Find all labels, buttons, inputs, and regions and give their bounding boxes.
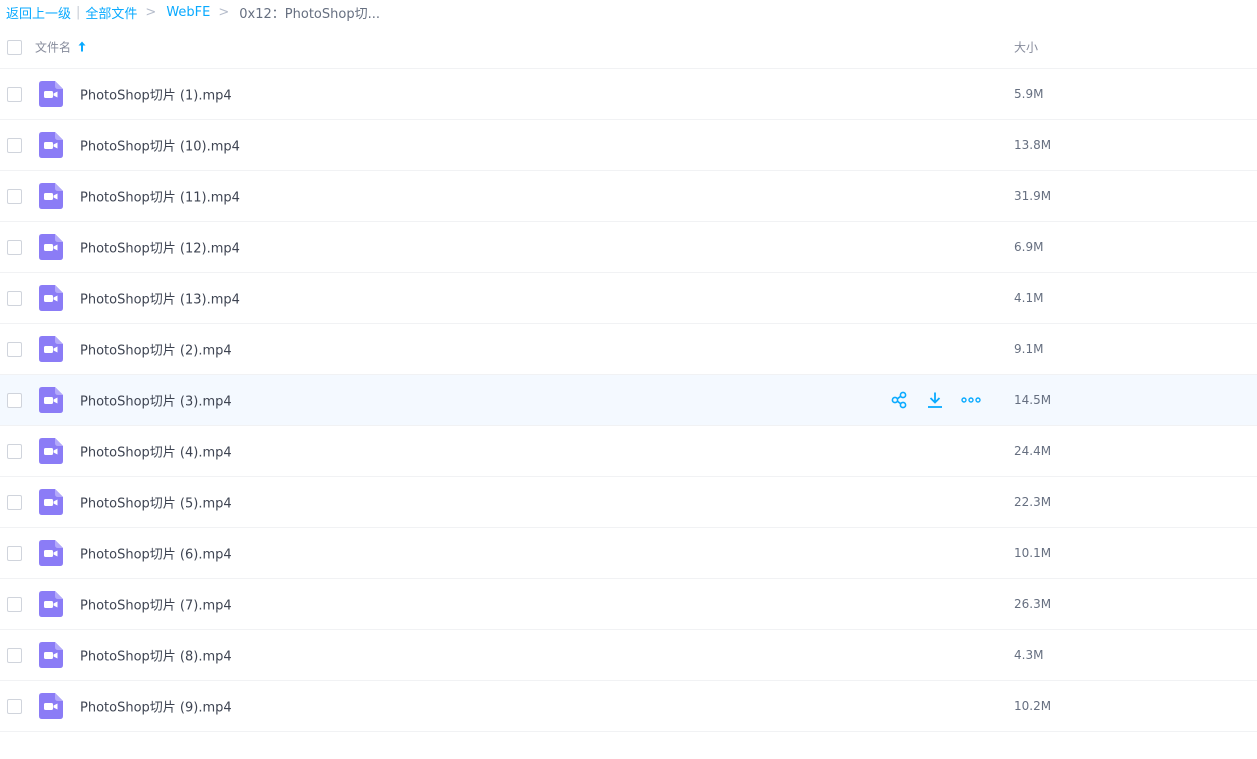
row-checkbox[interactable] xyxy=(7,546,22,561)
arrow-up-icon[interactable] xyxy=(77,41,87,53)
video-file-icon xyxy=(39,336,63,362)
file-row[interactable]: PhotoShop切片 (4).mp4 24.4M xyxy=(0,426,1257,477)
video-file-icon xyxy=(39,438,63,464)
download-icon[interactable] xyxy=(924,389,946,411)
file-row[interactable]: PhotoShop切片 (6).mp4 10.1M xyxy=(0,528,1257,579)
video-file-icon xyxy=(39,693,63,719)
file-row[interactable]: PhotoShop切片 (12).mp4 6.9M xyxy=(0,222,1257,273)
file-name[interactable]: PhotoShop切片 (2).mp4 xyxy=(80,340,232,359)
video-file-icon xyxy=(39,540,63,566)
row-checkbox[interactable] xyxy=(7,342,22,357)
file-row[interactable]: PhotoShop切片 (10).mp4 13.8M xyxy=(0,120,1257,171)
file-size: 24.4M xyxy=(1014,444,1052,458)
file-row[interactable]: PhotoShop切片 (3).mp4 14.5M xyxy=(0,375,1257,426)
file-size: 9.1M xyxy=(1014,342,1044,356)
file-name[interactable]: PhotoShop切片 (3).mp4 xyxy=(80,391,232,410)
back-link[interactable]: 返回上一级 xyxy=(6,3,71,22)
row-actions xyxy=(888,389,996,411)
file-size: 6.9M xyxy=(1014,240,1044,254)
file-row[interactable]: PhotoShop切片 (2).mp4 9.1M xyxy=(0,324,1257,375)
video-file-icon xyxy=(39,132,63,158)
breadcrumb-separator: > xyxy=(145,4,157,20)
file-row[interactable]: PhotoShop切片 (7).mp4 26.3M xyxy=(0,579,1257,630)
file-size: 13.8M xyxy=(1014,138,1052,152)
file-name[interactable]: PhotoShop切片 (12).mp4 xyxy=(80,238,240,257)
more-icon[interactable] xyxy=(960,389,982,411)
video-file-icon xyxy=(39,183,63,209)
video-file-icon xyxy=(39,81,63,107)
all-files-link[interactable]: 全部文件 xyxy=(85,3,137,22)
file-name[interactable]: PhotoShop切片 (13).mp4 xyxy=(80,289,240,308)
row-checkbox[interactable] xyxy=(7,597,22,612)
share-icon[interactable] xyxy=(888,389,910,411)
file-size: 4.1M xyxy=(1014,291,1044,305)
row-checkbox[interactable] xyxy=(7,291,22,306)
file-row[interactable]: PhotoShop切片 (1).mp4 5.9M xyxy=(0,69,1257,120)
video-file-icon xyxy=(39,387,63,413)
file-name[interactable]: PhotoShop切片 (1).mp4 xyxy=(80,85,232,104)
current-folder: 0x12：PhotoShop切... xyxy=(239,6,380,22)
file-size: 31.9M xyxy=(1014,189,1052,203)
column-header-size[interactable]: 大小 xyxy=(1014,38,1038,55)
file-list: 文件名 大小 PhotoShop切片 (1).mp4 5.9M PhotoSho… xyxy=(0,25,1257,732)
file-row[interactable]: PhotoShop切片 (13).mp4 4.1M xyxy=(0,273,1257,324)
file-name[interactable]: PhotoShop切片 (6).mp4 xyxy=(80,544,232,563)
file-name[interactable]: PhotoShop切片 (8).mp4 xyxy=(80,646,232,665)
row-checkbox[interactable] xyxy=(7,495,22,510)
file-row[interactable]: PhotoShop切片 (8).mp4 4.3M xyxy=(0,630,1257,681)
file-row[interactable]: PhotoShop切片 (11).mp4 31.9M xyxy=(0,171,1257,222)
file-size: 10.1M xyxy=(1014,546,1052,560)
file-name[interactable]: PhotoShop切片 (10).mp4 xyxy=(80,136,240,155)
column-name-label: 文件名 xyxy=(35,40,72,54)
video-file-icon xyxy=(39,642,63,668)
row-checkbox[interactable] xyxy=(7,189,22,204)
file-name[interactable]: PhotoShop切片 (5).mp4 xyxy=(80,493,232,512)
row-checkbox[interactable] xyxy=(7,87,22,102)
file-size: 10.2M xyxy=(1014,699,1052,713)
file-row[interactable]: PhotoShop切片 (9).mp4 10.2M xyxy=(0,681,1257,732)
file-rows: PhotoShop切片 (1).mp4 5.9M PhotoShop切片 (10… xyxy=(0,69,1257,732)
row-checkbox[interactable] xyxy=(7,393,22,408)
row-checkbox[interactable] xyxy=(7,699,22,714)
video-file-icon xyxy=(39,489,63,515)
list-header: 文件名 大小 xyxy=(0,25,1257,69)
file-size: 22.3M xyxy=(1014,495,1052,509)
video-file-icon xyxy=(39,285,63,311)
breadcrumb-separator: > xyxy=(218,4,230,20)
video-file-icon xyxy=(39,234,63,260)
file-name[interactable]: PhotoShop切片 (7).mp4 xyxy=(80,595,232,614)
breadcrumb: 返回上一级 | 全部文件 > WebFE > 0x12：PhotoShop切..… xyxy=(6,0,380,24)
file-row[interactable]: PhotoShop切片 (5).mp4 22.3M xyxy=(0,477,1257,528)
file-size: 14.5M xyxy=(1014,393,1052,407)
file-name[interactable]: PhotoShop切片 (4).mp4 xyxy=(80,442,232,461)
file-name[interactable]: PhotoShop切片 (11).mp4 xyxy=(80,187,240,206)
select-all-checkbox[interactable] xyxy=(7,39,22,55)
file-size: 26.3M xyxy=(1014,597,1052,611)
file-size: 5.9M xyxy=(1014,87,1044,101)
folder-link[interactable]: WebFE xyxy=(166,5,210,20)
row-checkbox[interactable] xyxy=(7,240,22,255)
row-checkbox[interactable] xyxy=(7,648,22,663)
file-name[interactable]: PhotoShop切片 (9).mp4 xyxy=(80,697,232,716)
row-checkbox[interactable] xyxy=(7,444,22,459)
file-size: 4.3M xyxy=(1014,648,1044,662)
column-header-name[interactable]: 文件名 xyxy=(35,38,87,55)
breadcrumb-divider: | xyxy=(76,4,81,20)
video-file-icon xyxy=(39,591,63,617)
row-checkbox[interactable] xyxy=(7,138,22,153)
